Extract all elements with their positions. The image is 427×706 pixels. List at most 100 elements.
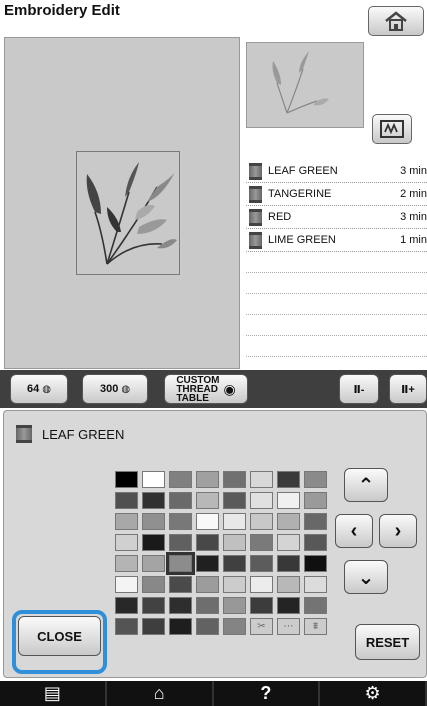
color-swatch[interactable] [169,597,192,614]
color-swatch[interactable] [142,576,165,593]
sewing-view-button[interactable] [372,114,412,144]
thread-row[interactable]: TANGERINE 2 min [246,183,427,206]
palette-300-button[interactable]: 300 ◍ [82,374,148,404]
thread-row[interactable]: LIME GREEN 1 min [246,229,427,252]
thread-spool-icon [249,185,262,203]
color-swatch[interactable] [223,471,246,488]
color-swatch[interactable] [223,555,246,572]
color-swatch[interactable] [277,597,300,614]
color-swatch[interactable] [277,513,300,530]
color-swatch[interactable] [304,555,327,572]
color-swatch[interactable] [115,597,138,614]
home-button[interactable] [368,6,424,36]
color-swatch[interactable] [223,534,246,551]
design-frame [76,151,180,275]
color-swatch[interactable] [169,618,192,635]
color-swatch[interactable] [277,492,300,509]
color-swatch[interactable] [169,471,192,488]
palette-tool-icon[interactable]: ✂ [250,618,273,635]
color-swatch[interactable] [166,552,195,575]
color-swatch[interactable] [196,513,219,530]
palette-300-label: 300 [99,383,119,395]
color-swatch[interactable] [250,576,273,593]
color-swatch[interactable] [250,492,273,509]
color-swatch[interactable] [277,534,300,551]
color-swatch[interactable] [115,513,138,530]
color-swatch[interactable] [196,471,219,488]
color-swatch[interactable] [223,597,246,614]
color-swatch[interactable] [142,555,165,572]
color-swatch[interactable] [169,513,192,530]
embroidery-preview-area[interactable] [4,37,240,369]
sewing-machine-icon: ⌂ [153,683,165,703]
color-swatch[interactable] [196,576,219,593]
palette-64-button[interactable]: 64 ◍ [10,374,68,404]
color-swatch[interactable] [277,471,300,488]
palette-tool-icon[interactable]: ⋯ [277,618,300,635]
arrow-down-button[interactable]: ⌄ [344,560,388,594]
color-swatch[interactable] [304,513,327,530]
color-swatch[interactable] [169,492,192,509]
settings-icon: ⚙ [364,683,381,703]
color-swatch[interactable] [304,492,327,509]
thread-minus-label: Ⅱ- [353,383,365,396]
thread-minus-button[interactable]: Ⅱ- [339,374,379,404]
help-label: ? [260,683,272,703]
thread-row[interactable]: RED 3 min [246,206,427,229]
frame-view-icon [380,120,404,138]
thread-list: LEAF GREEN 3 min TANGERINE 2 min RED 3 m… [246,160,427,368]
machine-button[interactable]: ⌂ [107,681,214,706]
chevron-right-icon: › [394,519,402,542]
color-swatch[interactable] [304,576,327,593]
color-swatch[interactable] [115,534,138,551]
settings-button[interactable]: ⚙ [320,681,427,706]
reset-button[interactable]: RESET [355,624,420,660]
color-swatch[interactable] [115,576,138,593]
thread-plus-button[interactable]: Ⅱ+ [389,374,427,404]
color-swatch[interactable] [223,618,246,635]
color-swatch[interactable] [223,492,246,509]
color-swatch[interactable] [142,513,165,530]
color-swatch[interactable] [196,618,219,635]
color-swatch[interactable] [196,597,219,614]
arrow-left-button[interactable]: ‹ [335,514,373,548]
thread-name: LEAF GREEN [268,165,338,177]
color-swatch[interactable] [250,534,273,551]
color-swatch[interactable] [142,471,165,488]
arrow-right-button[interactable]: › [379,514,417,548]
thread-name: RED [268,211,292,223]
color-swatch[interactable] [304,471,327,488]
color-swatch[interactable] [115,618,138,635]
color-swatch[interactable] [196,492,219,509]
document-button[interactable]: ▤ [0,681,107,706]
color-swatch[interactable] [169,534,192,551]
color-swatch[interactable] [115,492,138,509]
color-swatch[interactable] [304,597,327,614]
help-button[interactable]: ? [214,681,321,706]
color-swatch[interactable] [277,576,300,593]
color-swatch[interactable] [115,555,138,572]
color-swatch[interactable] [223,513,246,530]
color-swatch[interactable] [223,576,246,593]
color-swatch[interactable] [250,555,273,572]
color-swatch[interactable] [142,492,165,509]
color-swatch[interactable] [169,576,192,593]
palette-tool-icon[interactable]: ⩩ [304,618,327,635]
color-swatch[interactable] [250,471,273,488]
color-swatch[interactable] [304,534,327,551]
empty-thread-row [246,252,427,273]
custom-thread-table-button[interactable]: CUSTOM THREAD TABLE ◉ [164,374,248,404]
color-swatch[interactable] [142,597,165,614]
color-swatch[interactable] [250,513,273,530]
color-swatch[interactable] [250,597,273,614]
color-swatch[interactable] [142,534,165,551]
thread-row[interactable]: LEAF GREEN 3 min [246,160,427,183]
color-swatch[interactable] [277,555,300,572]
thread-name: TANGERINE [268,188,332,200]
color-swatch[interactable] [196,555,219,572]
color-swatch[interactable] [196,534,219,551]
close-button[interactable]: CLOSE [18,616,101,656]
arrow-up-button[interactable]: ⌃ [344,468,388,502]
color-swatch[interactable] [142,618,165,635]
color-swatch[interactable] [115,471,138,488]
